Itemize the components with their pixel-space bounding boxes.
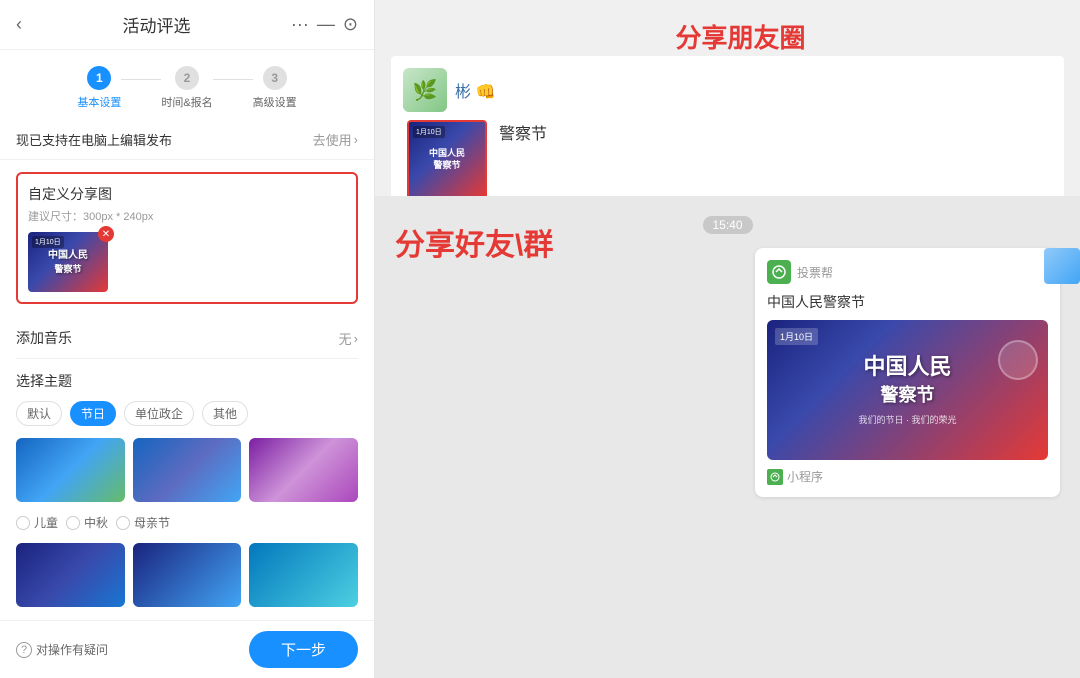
wechat-app-name: 投票帮 <box>797 264 833 281</box>
vote-app-icon <box>767 260 791 284</box>
share-image-inner: 1月10日 中国人民 警察节 ✕ <box>28 232 346 292</box>
theme-item-2[interactable] <box>133 438 242 502</box>
question-icon: ? <box>16 642 32 658</box>
step-circle-3: 3 <box>263 66 287 90</box>
theme-item-3[interactable] <box>249 438 358 502</box>
radio-mothersday-label: 母亲节 <box>134 514 170 531</box>
post-header: 🌿 彬 👊 <box>403 68 1052 112</box>
header: ‹ 活动评选 ··· — ⊙ <box>0 0 374 50</box>
theme-item-5[interactable] <box>133 543 242 607</box>
steps-bar: 1 基本设置 2 时间&报名 3 高级设置 <box>0 50 374 120</box>
theme-item-4[interactable] <box>16 543 125 607</box>
wechat-card-footer: 小程序 <box>767 468 1048 485</box>
pc-edit-bar: 现已支持在电脑上编辑发布 去使用 › <box>0 120 374 160</box>
step-line-1 <box>121 79 161 80</box>
step-label-2: 时间&报名 <box>161 94 212 110</box>
theme-radio-child[interactable]: 儿童 <box>16 514 58 531</box>
post-name: 彬 <box>455 84 471 101</box>
share-thumb-date: 1月10日 <box>32 236 64 248</box>
theme-grid-1 <box>16 438 358 502</box>
radio-midautumn-circle <box>66 516 80 530</box>
more-icon[interactable]: ··· <box>291 14 309 35</box>
mini-program-label: 小程序 <box>787 468 823 485</box>
post-name-area: 彬 👊 <box>455 78 495 102</box>
pc-edit-text: 现已支持在电脑上编辑发布 <box>16 130 172 149</box>
post-thumb-date: 1月10日 <box>413 126 445 138</box>
post-thumb: 1月10日 中国人民 警察节 <box>407 120 487 200</box>
share-thumb-text2: 警察节 <box>54 262 81 275</box>
theme-tag-default[interactable]: 默认 <box>16 401 62 426</box>
step-label-3: 高级设置 <box>253 94 297 110</box>
pc-edit-link[interactable]: 去使用 › <box>313 130 358 149</box>
theme-item-6[interactable] <box>249 543 358 607</box>
share-circle-label: 分享朋友圈 <box>675 18 805 55</box>
theme-title: 选择主题 <box>16 371 358 391</box>
theme-radio-row: 儿童 中秋 母亲节 <box>16 514 358 531</box>
theme-item-1[interactable] <box>16 438 125 502</box>
right-panel: 分享朋友圈 🌿 彬 👊 1月10日 中国人民 警察节 警察节 1分钟前 ⛓ 投票… <box>375 0 1080 678</box>
theme-tag-other[interactable]: 其他 <box>202 401 248 426</box>
step-label-1: 基本设置 <box>77 94 121 110</box>
post-thumb-text2: 警察节 <box>433 160 460 172</box>
music-label: 添加音乐 <box>16 328 72 348</box>
share-image-box: 自定义分享图 建议尺寸：300px * 240px 1月10日 中国人民 警察节… <box>16 172 358 304</box>
step-2: 2 时间&报名 <box>161 66 212 110</box>
wechat-card-date: 1月10日 <box>775 328 818 345</box>
theme-section: 选择主题 默认 节日 单位政企 其他 儿童 中秋 <box>16 359 358 607</box>
share-thumb-text1: 中国人民 <box>48 250 88 262</box>
theme-radio-mothersday[interactable]: 母亲节 <box>116 514 170 531</box>
settings-icon[interactable]: ⊙ <box>343 14 358 35</box>
wechat-card-text1: 中国人民 <box>863 354 951 380</box>
step-1: 1 基本设置 <box>77 66 121 110</box>
content-area: 自定义分享图 建议尺寸：300px * 240px 1月10日 中国人民 警察节… <box>0 160 374 620</box>
theme-tags: 默认 节日 单位政企 其他 <box>16 401 358 426</box>
time-badge: 15:40 <box>702 216 752 234</box>
wechat-card-header: 投票帮 <box>767 260 1048 284</box>
post-content: 1月10日 中国人民 警察节 警察节 <box>403 120 1052 200</box>
share-image-subtitle: 建议尺寸：300px * 240px <box>28 208 346 224</box>
page-title: 活动评选 <box>22 12 291 37</box>
step-3: 3 高级设置 <box>253 66 297 110</box>
wechat-card-title: 中国人民警察节 <box>767 292 1048 312</box>
wechat-card-image: 1月10日 中国人民 警察节 我们的节日 · 我们的荣光 <box>767 320 1048 460</box>
bottom-bar: ? 对操作有疑问 下一步 <box>0 620 374 678</box>
theme-tag-holiday[interactable]: 节日 <box>70 401 116 426</box>
right-panel-avatar <box>1044 248 1080 284</box>
radio-child-circle <box>16 516 30 530</box>
step-circle-1: 1 <box>87 66 111 90</box>
step-line-2 <box>213 79 253 80</box>
step-circle-2: 2 <box>175 66 199 90</box>
theme-tag-enterprise[interactable]: 单位政企 <box>124 401 194 426</box>
post-thumb-wrap: 1月10日 中国人民 警察节 <box>407 120 487 200</box>
post-emoji: 👊 <box>475 84 495 101</box>
wechat-card: 投票帮 中国人民警察节 1月10日 中国人民 警察节 我们的节日 · 我们的荣光… <box>755 248 1060 497</box>
help-button[interactable]: ? 对操作有疑问 <box>16 641 108 658</box>
wechat-card-text2: 警察节 <box>881 381 935 407</box>
help-label: 对操作有疑问 <box>36 641 108 658</box>
header-right: ··· — ⊙ <box>291 14 358 35</box>
minimize-icon[interactable]: — <box>317 14 335 35</box>
post-title: 警察节 <box>499 120 547 144</box>
share-friends-label: 分享好友\群 <box>395 220 553 264</box>
radio-mothersday-circle <box>116 516 130 530</box>
mini-program-icon <box>767 469 783 485</box>
next-button[interactable]: 下一步 <box>249 631 358 668</box>
theme-radio-midautumn[interactable]: 中秋 <box>66 514 108 531</box>
radio-midautumn-label: 中秋 <box>84 514 108 531</box>
share-image-title: 自定义分享图 <box>28 184 346 204</box>
theme-grid-2 <box>16 543 358 607</box>
share-thumb-wrap[interactable]: 1月10日 中国人民 警察节 ✕ <box>28 232 108 292</box>
post-thumb-text1: 中国人民 <box>429 148 465 160</box>
wechat-card-sub: 我们的节日 · 我们的荣光 <box>859 413 957 426</box>
card-decorative-circle <box>998 340 1038 380</box>
music-value[interactable]: 无 › <box>339 329 358 348</box>
close-share-image-button[interactable]: ✕ <box>98 226 114 242</box>
share-thumb-image: 1月10日 中国人民 警察节 <box>28 232 108 292</box>
music-row: 添加音乐 无 › <box>16 318 358 359</box>
left-panel: ‹ 活动评选 ··· — ⊙ 1 基本设置 2 时间&报名 3 高级设置 现已支… <box>0 0 375 678</box>
post-avatar: 🌿 <box>403 68 447 112</box>
radio-child-label: 儿童 <box>34 514 58 531</box>
